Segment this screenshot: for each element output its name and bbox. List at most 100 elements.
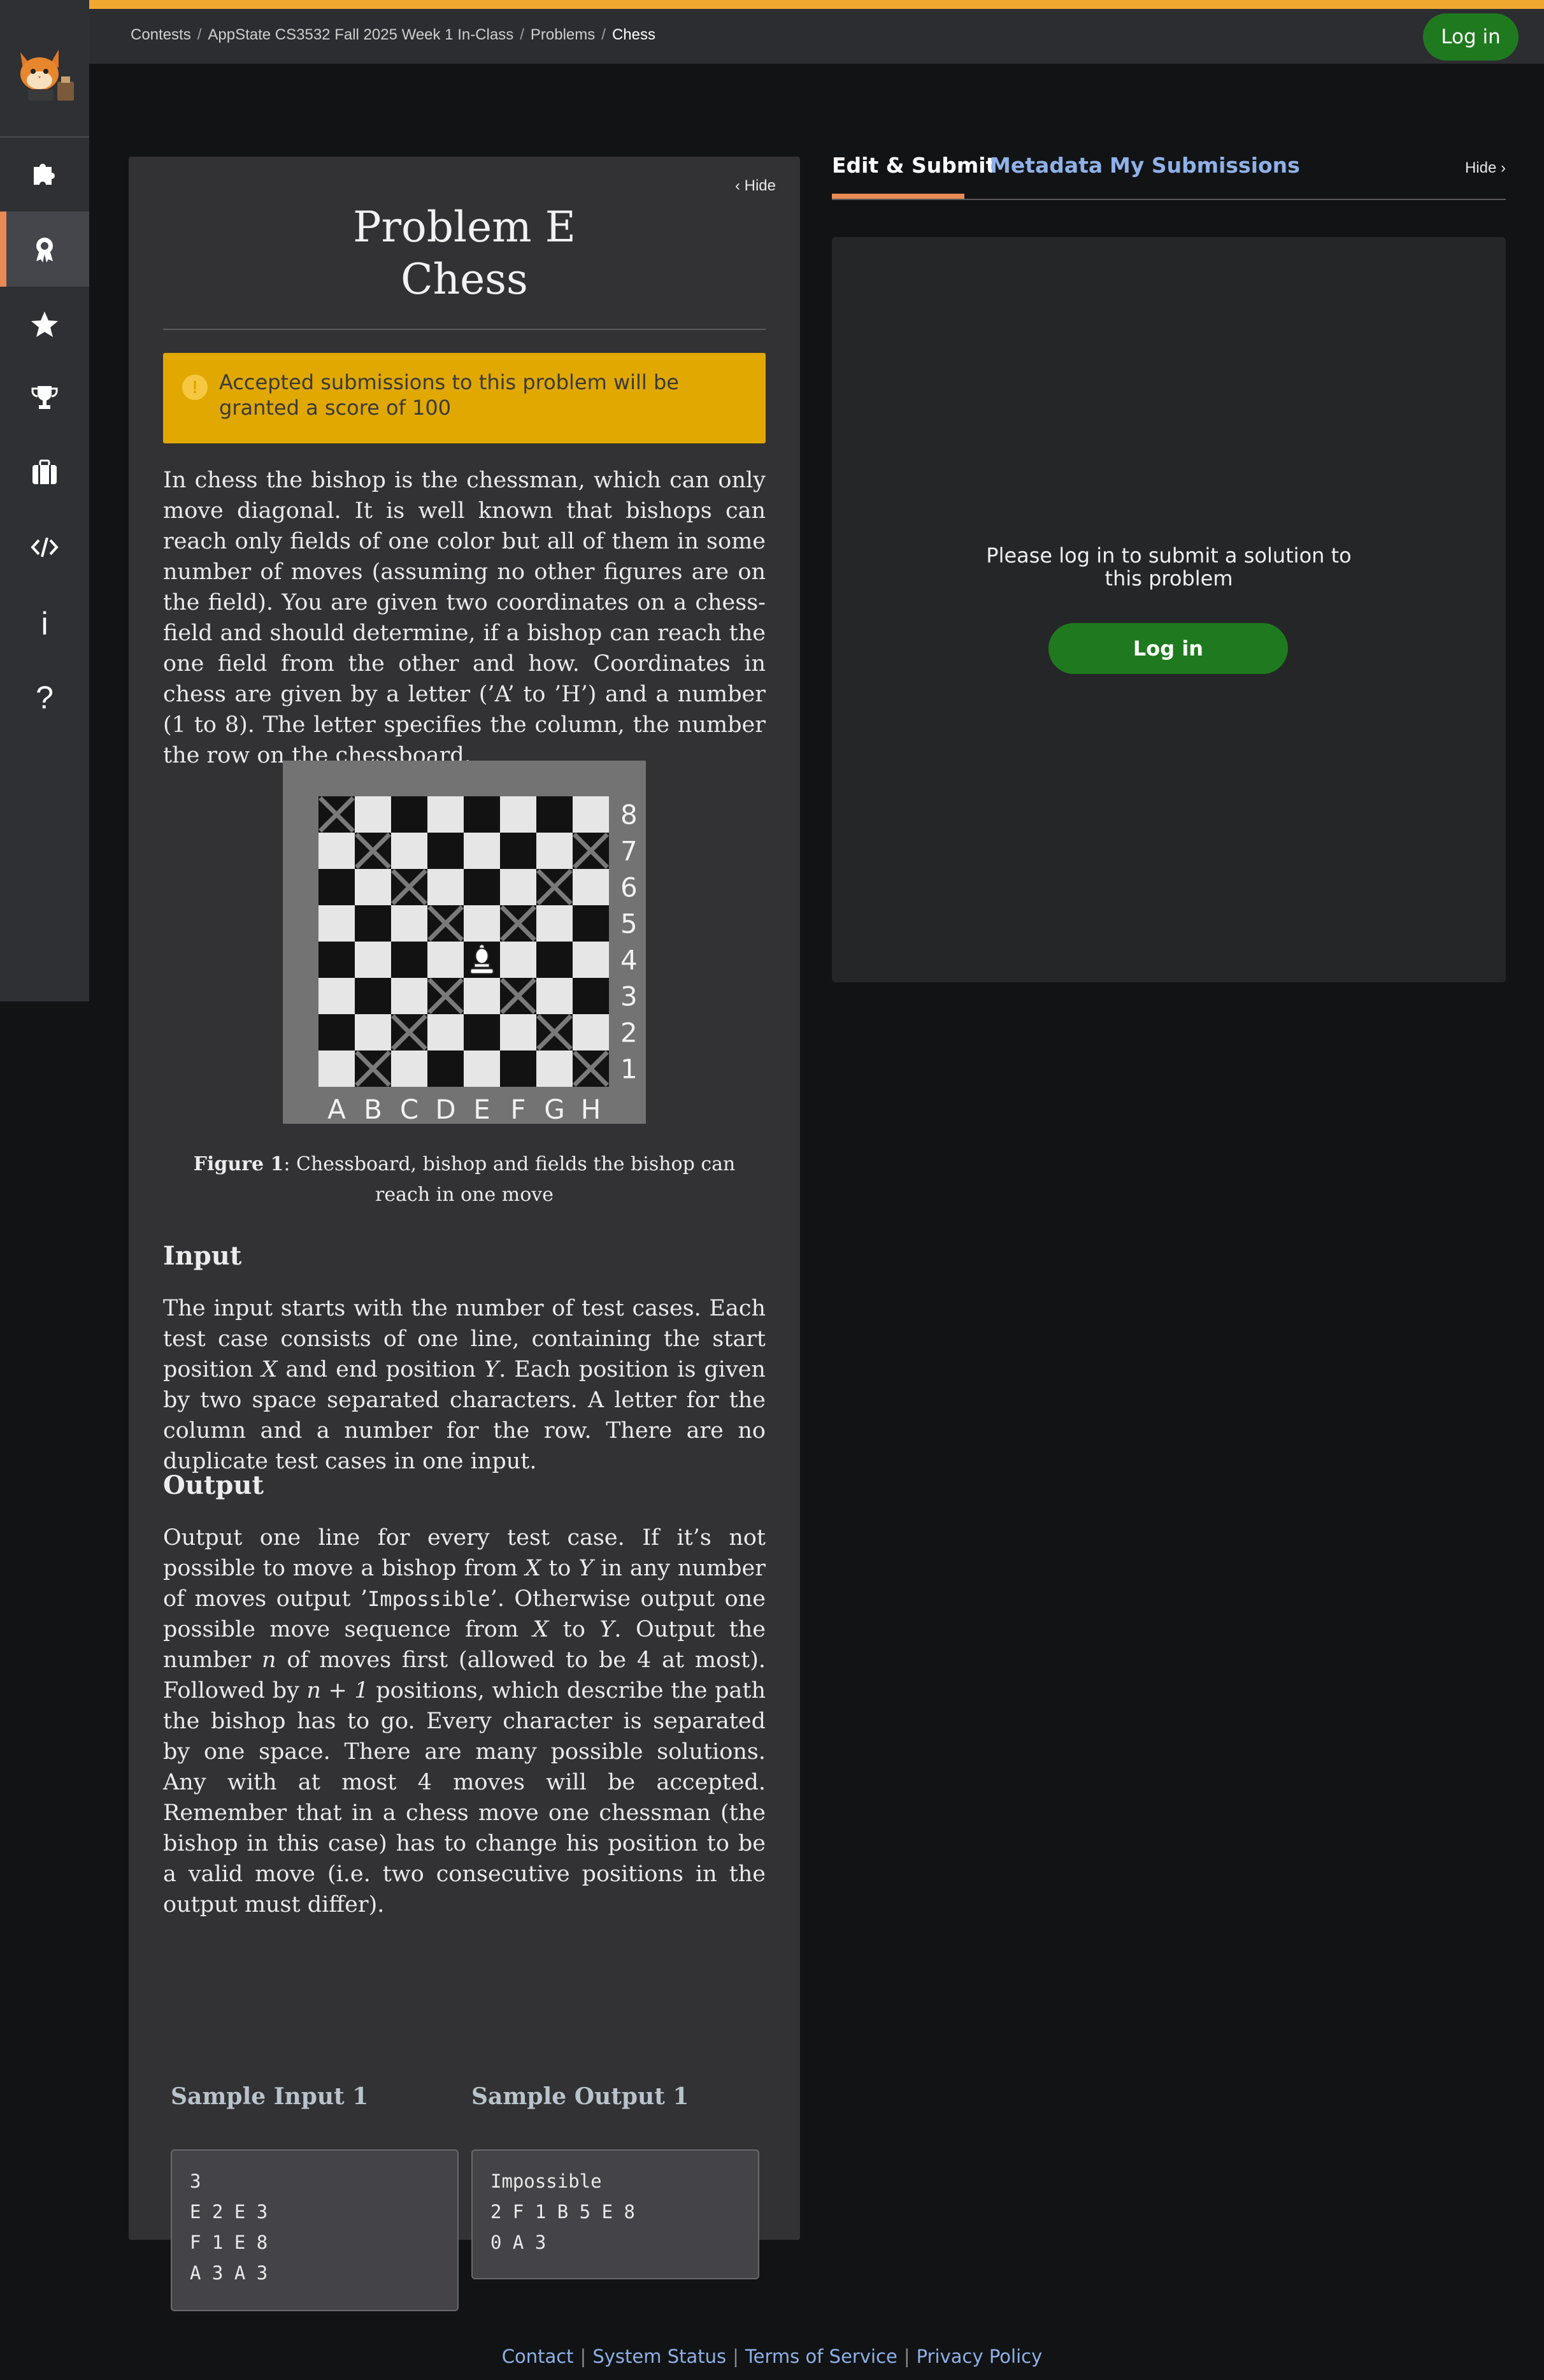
file-label: D xyxy=(435,1094,455,1124)
board-square-D2 xyxy=(427,1014,464,1050)
rank-label: 7 xyxy=(620,836,638,867)
board-square-G8 xyxy=(536,796,573,833)
problem-title: Problem E Chess xyxy=(129,201,800,306)
sample-output-box[interactable]: Impossible 2 F 1 B 5 E 8 0 A 3 xyxy=(471,2149,759,2279)
rank-label: 8 xyxy=(620,799,638,831)
sidebar-item-help[interactable]: ? xyxy=(0,660,89,735)
hide-submit-button[interactable]: Hide › xyxy=(1465,159,1506,177)
board-square-B3 xyxy=(355,978,391,1014)
board-square-B2 xyxy=(355,1014,391,1050)
tab-edit-submit[interactable]: Edit & Submit xyxy=(832,153,996,178)
input-description: The input starts with the number of test… xyxy=(163,1296,766,1474)
output-heading: Output xyxy=(163,1470,264,1500)
footer-link-privacy[interactable]: Privacy Policy xyxy=(910,2346,1049,2367)
top-accent-bar xyxy=(89,0,1544,9)
sidebar-item-challenge[interactable] xyxy=(0,361,89,436)
tab-my-submissions[interactable]: My Submissions xyxy=(1110,153,1300,178)
sample-input-line: 3 xyxy=(190,2170,201,2192)
rank-label: 3 xyxy=(620,981,638,1012)
board-square-C3 xyxy=(391,978,427,1014)
hide-problem-button[interactable]: ‹ Hide xyxy=(735,177,776,195)
board-square-G7 xyxy=(536,833,573,869)
footer-separator: | xyxy=(580,2346,587,2367)
breadcrumb-contest[interactable]: AppState CS3532 Fall 2025 Week 1 In-Clas… xyxy=(208,26,513,43)
chessboard-figure: 8 7 6 5 4 3 2 1 ABCDEFGH xyxy=(283,761,646,1125)
file-label: E xyxy=(473,1094,490,1124)
breadcrumb: Contests / AppState CS3532 Fall 2025 Week … xyxy=(131,26,655,44)
briefcase-icon xyxy=(32,459,57,484)
breadcrumb-problems[interactable]: Problems xyxy=(531,26,595,43)
cat-logo-icon xyxy=(20,50,74,101)
board-square-H4 xyxy=(573,942,609,978)
board-square-H3 xyxy=(573,978,609,1014)
board-square-G5 xyxy=(536,905,573,942)
sample-output-line: 0 A 3 xyxy=(490,2232,547,2253)
board-square-G4 xyxy=(536,942,573,978)
breadcrumb-separator: / xyxy=(601,26,606,43)
board-square-C7 xyxy=(391,833,427,869)
footer-link-contact[interactable]: Contact xyxy=(496,2346,580,2367)
rank-label: 6 xyxy=(620,872,638,903)
board-square-H8 xyxy=(573,796,609,833)
problem-intro: In chess the bishop is the chessman, whi… xyxy=(163,468,766,768)
footer-separator: | xyxy=(903,2346,910,2367)
board-square-E2 xyxy=(464,1014,500,1050)
chessboard: 8 7 6 5 4 3 2 1 A B C D E F G H xyxy=(318,796,638,1125)
board-square-C1 xyxy=(391,1050,427,1087)
board-square-H2 xyxy=(573,1014,609,1050)
sidebar-item-contests[interactable] xyxy=(0,211,89,287)
tabs-divider xyxy=(832,199,1506,200)
file-label: G xyxy=(544,1094,565,1124)
breadcrumb-separator: / xyxy=(520,26,524,43)
sidebar-item-languages[interactable] xyxy=(0,510,89,585)
board-square-A4 xyxy=(318,942,355,978)
submit-panel: Please log in to submit a solution to th… xyxy=(832,237,1506,982)
input-heading: Input xyxy=(163,1241,242,1271)
rank-label: 5 xyxy=(620,908,638,940)
board-square-A2 xyxy=(318,1014,355,1050)
board-square-C5 xyxy=(391,905,427,942)
board-square-F6 xyxy=(500,869,536,905)
sidebar-item-info[interactable]: i xyxy=(0,586,89,661)
sample-output-heading: Sample Output 1 xyxy=(471,2083,689,2110)
footer-link-terms[interactable]: Terms of Service xyxy=(739,2346,904,2367)
board-square-B6 xyxy=(355,869,391,905)
header-login-button[interactable]: Log in xyxy=(1423,13,1519,61)
file-label: B xyxy=(364,1094,382,1124)
sidebar-item-rankings[interactable] xyxy=(0,287,89,362)
sidebar-item-jobs[interactable] xyxy=(0,434,89,510)
kattis-logo[interactable] xyxy=(9,43,80,107)
submit-login-button[interactable]: Log in xyxy=(1048,623,1288,674)
award-icon xyxy=(36,238,53,262)
board-square-C8 xyxy=(391,796,427,833)
breadcrumb-separator: / xyxy=(197,26,202,43)
board-square-C4 xyxy=(391,942,427,978)
score-alert-text: Accepted submissions to this problem wil… xyxy=(219,370,679,420)
figure-label: Figure 1 xyxy=(193,1153,284,1175)
sample-output-line: 2 F 1 B 5 E 8 xyxy=(490,2201,635,2223)
sample-output-line: Impossible xyxy=(490,2170,602,2192)
footer-link-system-status[interactable]: System Status xyxy=(586,2346,733,2367)
title-divider xyxy=(163,329,766,330)
star-icon xyxy=(31,312,58,337)
figure-caption-text: : Chessboard, bishop and fields the bish… xyxy=(283,1153,736,1206)
board-square-F4 xyxy=(500,942,536,978)
sample-input-line: E 2 E 3 xyxy=(190,2201,268,2223)
board-square-D1 xyxy=(427,1050,464,1087)
trophy-icon xyxy=(31,386,58,409)
login-prompt-line: Please log in to submit a solution to xyxy=(986,543,1352,568)
tab-metadata[interactable]: Metadata xyxy=(990,153,1103,178)
board-square-F2 xyxy=(500,1014,536,1050)
chevron-right-icon: › xyxy=(1501,159,1506,176)
footer-separator: | xyxy=(733,2346,739,2367)
rank-label: 4 xyxy=(620,945,638,976)
sidebar-item-problems[interactable] xyxy=(0,135,89,210)
sample-input-line: F 1 E 8 xyxy=(190,2232,268,2253)
board-square-E1 xyxy=(464,1050,500,1087)
output-description: Output one line for every test case. If … xyxy=(163,1525,766,1918)
breadcrumb-contests[interactable]: Contests xyxy=(131,26,191,43)
chevron-left-icon: ‹ xyxy=(734,177,740,194)
sample-input-box[interactable]: 3 E 2 E 3 F 1 E 8 A 3 A 3 xyxy=(171,2149,459,2311)
file-label: F xyxy=(510,1094,525,1124)
board-square-G3 xyxy=(536,978,573,1014)
